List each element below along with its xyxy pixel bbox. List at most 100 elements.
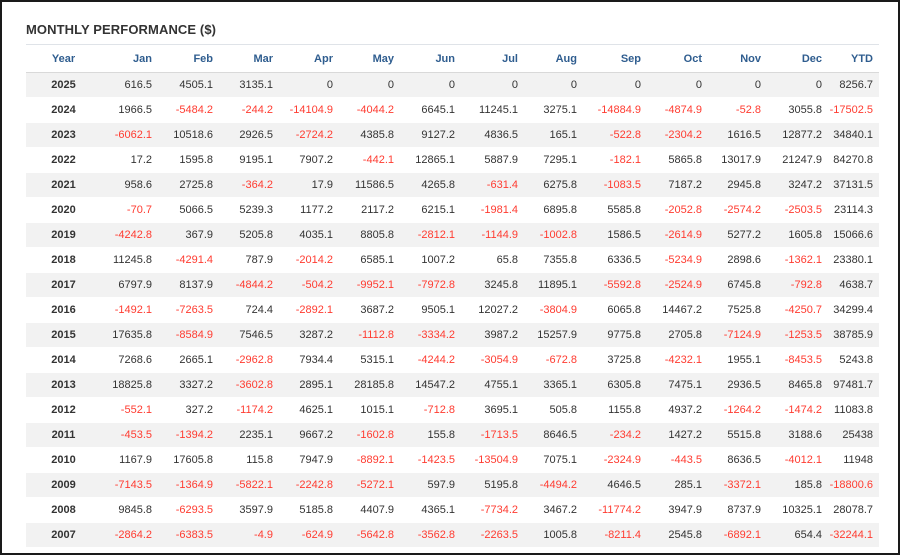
ytd-cell: 84270.8: [828, 147, 879, 173]
month-value-cell: -3602.8: [219, 372, 279, 398]
month-value-cell: 2895.1: [279, 372, 339, 398]
month-value-cell: 1005.8: [524, 522, 583, 547]
month-value-cell: 5239.3: [219, 197, 279, 223]
month-value-cell: -2304.2: [647, 122, 708, 148]
month-value-cell: 5195.8: [461, 472, 524, 498]
table-row: 2021 958.6 2725.8 -364.2 17.9 11586.5 4265.8 -6…: [26, 172, 879, 198]
month-value-cell: 8137.9: [158, 272, 219, 298]
month-value-cell: 6305.8: [583, 372, 647, 398]
month-value-cell: 6336.5: [583, 247, 647, 273]
month-value-cell: -672.8: [524, 347, 583, 373]
column-header-year: Year: [26, 46, 101, 73]
month-value-cell: -182.1: [583, 147, 647, 173]
month-value-cell: -2724.2: [279, 122, 339, 148]
ytd-cell: -32244.1: [828, 522, 879, 547]
month-value-cell: -8584.9: [158, 322, 219, 348]
month-value-cell: 3188.6: [767, 422, 828, 448]
year-cell: 2023: [26, 122, 101, 148]
year-cell: 2021: [26, 172, 101, 198]
column-header-sep: Sep: [583, 46, 647, 73]
month-value-cell: -6892.1: [708, 522, 767, 547]
column-header-dec: Dec: [767, 46, 828, 73]
month-value-cell: -9952.1: [339, 272, 400, 298]
month-value-cell: 2725.8: [158, 172, 219, 198]
ytd-cell: 23380.1: [828, 247, 879, 273]
month-value-cell: 787.9: [219, 247, 279, 273]
month-value-cell: 5585.8: [583, 197, 647, 223]
month-value-cell: -5272.1: [339, 472, 400, 498]
month-value-cell: 3275.1: [524, 97, 583, 123]
month-value-cell: 1007.2: [400, 247, 461, 273]
year-cell: 2009: [26, 472, 101, 498]
month-value-cell: 3987.2: [461, 322, 524, 348]
month-value-cell: -4494.2: [524, 472, 583, 498]
year-cell: 2019: [26, 222, 101, 248]
column-header-may: May: [339, 46, 400, 73]
column-header-oct: Oct: [647, 46, 708, 73]
month-value-cell: 5205.8: [219, 222, 279, 248]
month-value-cell: 5315.1: [339, 347, 400, 373]
month-value-cell: 155.8: [400, 422, 461, 448]
month-value-cell: -1602.8: [339, 422, 400, 448]
month-value-cell: -364.2: [219, 172, 279, 198]
ytd-cell: 37131.5: [828, 172, 879, 198]
month-value-cell: 3597.9: [219, 497, 279, 523]
month-value-cell: 1155.8: [583, 397, 647, 423]
month-value-cell: -2324.9: [583, 447, 647, 473]
month-value-cell: 11245.8: [101, 247, 158, 273]
month-value-cell: -4.9: [219, 522, 279, 547]
month-value-cell: 3247.2: [767, 172, 828, 198]
month-value-cell: 6797.9: [101, 272, 158, 298]
month-value-cell: -1083.5: [583, 172, 647, 198]
month-value-cell: 7295.1: [524, 147, 583, 173]
month-value-cell: 3055.8: [767, 97, 828, 123]
month-value-cell: 1586.5: [583, 222, 647, 248]
ytd-cell: 34299.4: [828, 297, 879, 323]
ytd-cell: -17502.5: [828, 97, 879, 123]
performance-panel: MONTHLY PERFORMANCE ($) Year Jan Feb Mar Apr…: [0, 0, 900, 555]
month-value-cell: 8636.5: [708, 447, 767, 473]
table-row: 2024 1966.5 -5484.2 -244.2 -14104.9 -4044.2 66…: [26, 97, 879, 123]
month-value-cell: 5066.5: [158, 197, 219, 223]
table-row: 2012 -552.1 327.2 -1174.2 4625.1 1015.1 -712.8…: [26, 397, 879, 423]
ytd-cell: 34840.1: [828, 122, 879, 148]
table-row: 2019 -4242.8 367.9 5205.8 4035.1 8805.8 -2812.…: [26, 222, 879, 248]
month-value-cell: 958.6: [101, 172, 158, 198]
year-cell: 2010: [26, 447, 101, 473]
month-value-cell: 65.8: [461, 247, 524, 273]
month-value-cell: -14104.9: [279, 97, 339, 123]
month-value-cell: -4012.1: [767, 447, 828, 473]
month-value-cell: -1713.5: [461, 422, 524, 448]
month-value-cell: -4242.8: [101, 222, 158, 248]
month-value-cell: 3947.9: [647, 497, 708, 523]
month-value-cell: 724.4: [219, 297, 279, 323]
table-row: 2015 17635.8 -8584.9 7546.5 3287.2 -1112.8 -33…: [26, 322, 879, 348]
table-row: 2023 -6062.1 10518.6 2926.5 -2724.2 4385.8 912…: [26, 122, 879, 148]
month-value-cell: 0: [400, 72, 461, 98]
month-value-cell: 12865.1: [400, 147, 461, 173]
month-value-cell: 1595.8: [158, 147, 219, 173]
month-value-cell: 11245.1: [461, 97, 524, 123]
ytd-cell: 11083.8: [828, 397, 879, 423]
month-value-cell: 3245.8: [461, 272, 524, 298]
month-value-cell: 1605.8: [767, 222, 828, 248]
table-row: 2010 1167.9 17605.8 115.8 7947.9 -8892.1 -1423…: [26, 447, 879, 473]
month-value-cell: 2705.8: [647, 322, 708, 348]
month-value-cell: -234.2: [583, 422, 647, 448]
month-value-cell: 8646.5: [524, 422, 583, 448]
month-value-cell: -11774.2: [583, 497, 647, 523]
month-value-cell: 21247.9: [767, 147, 828, 173]
month-value-cell: 4625.1: [279, 397, 339, 423]
month-value-cell: 3467.2: [524, 497, 583, 523]
month-value-cell: 4836.5: [461, 122, 524, 148]
month-value-cell: 15257.9: [524, 322, 583, 348]
month-value-cell: 2936.5: [708, 372, 767, 398]
month-value-cell: -6293.5: [158, 497, 219, 523]
year-cell: 2017: [26, 272, 101, 298]
table-row: 2013 18825.8 3327.2 -3602.8 2895.1 28185.8 145…: [26, 372, 879, 398]
table-row: 2007 -2864.2 -6383.5 -4.9 -624.9 -5642.8 -3562…: [26, 522, 879, 547]
ytd-cell: 15066.6: [828, 222, 879, 248]
month-value-cell: -13504.9: [461, 447, 524, 473]
month-value-cell: -522.8: [583, 122, 647, 148]
month-value-cell: -8892.1: [339, 447, 400, 473]
